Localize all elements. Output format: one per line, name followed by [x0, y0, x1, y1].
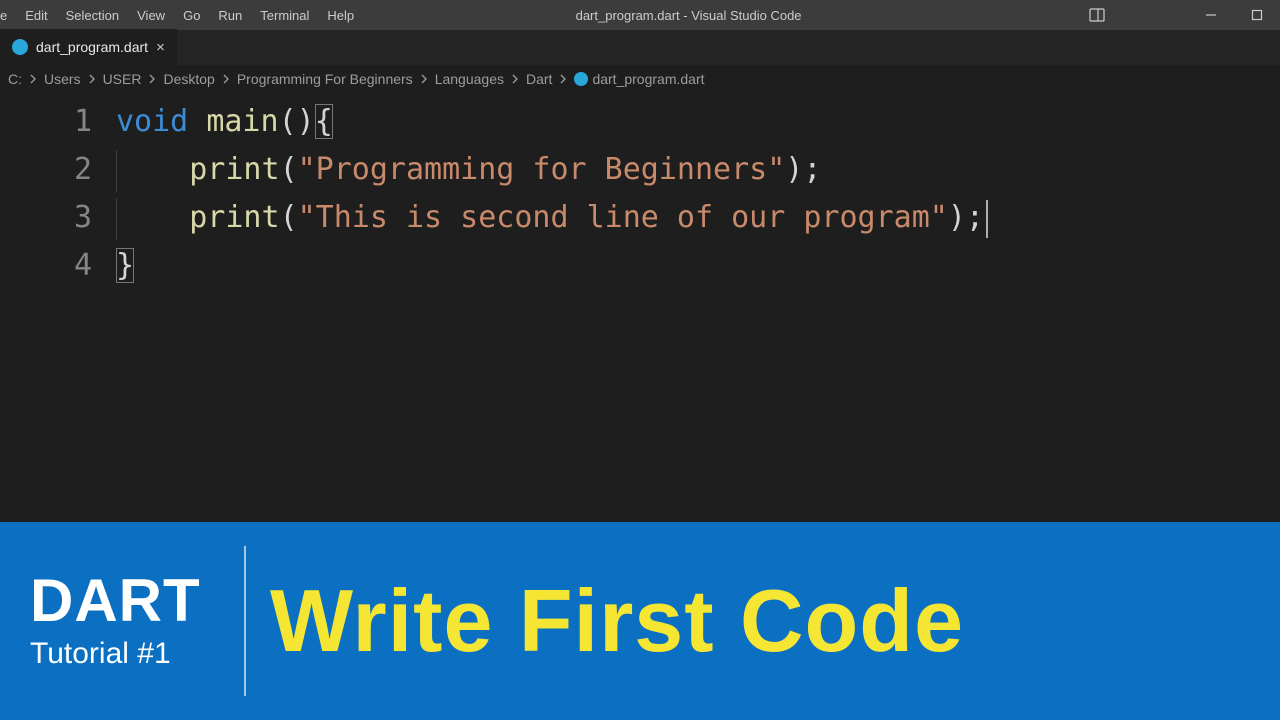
dart-file-icon [12, 39, 28, 55]
text-cursor [986, 200, 988, 238]
banner-left: DART Tutorial #1 [30, 571, 240, 671]
banner-brand: DART [30, 571, 240, 631]
menu-item-selection[interactable]: Selection [57, 0, 128, 30]
function-main: main [206, 104, 278, 139]
banner-headline: Write First Code [270, 570, 964, 672]
tab-dart-program[interactable]: dart_program.dart × [0, 29, 177, 65]
tab-filename: dart_program.dart [36, 39, 148, 55]
code-line-1: void main(){ [116, 98, 988, 146]
titlebar: e Edit Selection View Go Run Terminal He… [0, 0, 1280, 30]
close-brace: } [116, 248, 134, 283]
chevron-right-icon [219, 74, 233, 84]
menu-item-edit[interactable]: Edit [16, 0, 56, 30]
menu-bar: e Edit Selection View Go Run Terminal He… [0, 0, 363, 30]
banner-subtitle: Tutorial #1 [30, 637, 240, 671]
code-line-4: } [116, 242, 988, 290]
menu-item-file-fragment[interactable]: e [0, 0, 16, 30]
menu-item-go[interactable]: Go [174, 0, 209, 30]
chevron-right-icon [556, 74, 570, 84]
crumb-dart[interactable]: Dart [526, 71, 552, 87]
tutorial-banner: DART Tutorial #1 Write First Code [0, 522, 1280, 720]
line-number: 3 [0, 194, 92, 242]
menu-item-view[interactable]: View [128, 0, 174, 30]
chevron-right-icon [26, 74, 40, 84]
chevron-right-icon [508, 74, 522, 84]
line-number: 4 [0, 242, 92, 290]
line-number: 1 [0, 98, 92, 146]
tab-close-button[interactable]: × [156, 40, 165, 55]
line-number: 2 [0, 146, 92, 194]
crumb-drive[interactable]: C: [8, 71, 22, 87]
crumb-file[interactable]: dart_program.dart [592, 71, 704, 87]
editor[interactable]: 1 2 3 4 void main(){ print("Programming … [0, 92, 1280, 522]
code-area[interactable]: void main(){ print("Programming for Begi… [116, 92, 988, 522]
code-line-2: print("Programming for Beginners"); [116, 146, 988, 194]
window-controls [1120, 0, 1280, 30]
dart-file-icon [574, 72, 588, 86]
crumb-user[interactable]: USER [103, 71, 142, 87]
layout-toggle-button[interactable] [1074, 7, 1120, 23]
function-print: print [189, 200, 279, 235]
indent-guide [116, 150, 117, 192]
chevron-right-icon [417, 74, 431, 84]
menu-item-terminal[interactable]: Terminal [251, 0, 318, 30]
chevron-right-icon [85, 74, 99, 84]
menu-item-run[interactable]: Run [209, 0, 251, 30]
maximize-button[interactable] [1234, 0, 1280, 30]
string-literal: "This is second line of our program" [298, 200, 948, 235]
crumb-users[interactable]: Users [44, 71, 81, 87]
banner-divider [244, 546, 246, 696]
crumb-pfb[interactable]: Programming For Beginners [237, 71, 413, 87]
string-literal: "Programming for Beginners" [298, 152, 786, 187]
breadcrumb: C: Users USER Desktop Programming For Be… [0, 66, 1280, 92]
crumb-desktop[interactable]: Desktop [163, 71, 214, 87]
window-title: dart_program.dart - Visual Studio Code [363, 8, 1074, 23]
minimize-button[interactable] [1188, 0, 1234, 30]
chevron-right-icon [145, 74, 159, 84]
keyword-void: void [116, 104, 188, 139]
tab-bar: dart_program.dart × [0, 30, 1280, 66]
line-number-gutter: 1 2 3 4 [0, 92, 116, 522]
indent-guide [116, 198, 117, 240]
open-brace: { [315, 104, 333, 139]
function-print: print [189, 152, 279, 187]
crumb-languages[interactable]: Languages [435, 71, 504, 87]
code-line-3: print("This is second line of our progra… [116, 194, 988, 242]
menu-item-help[interactable]: Help [318, 0, 363, 30]
